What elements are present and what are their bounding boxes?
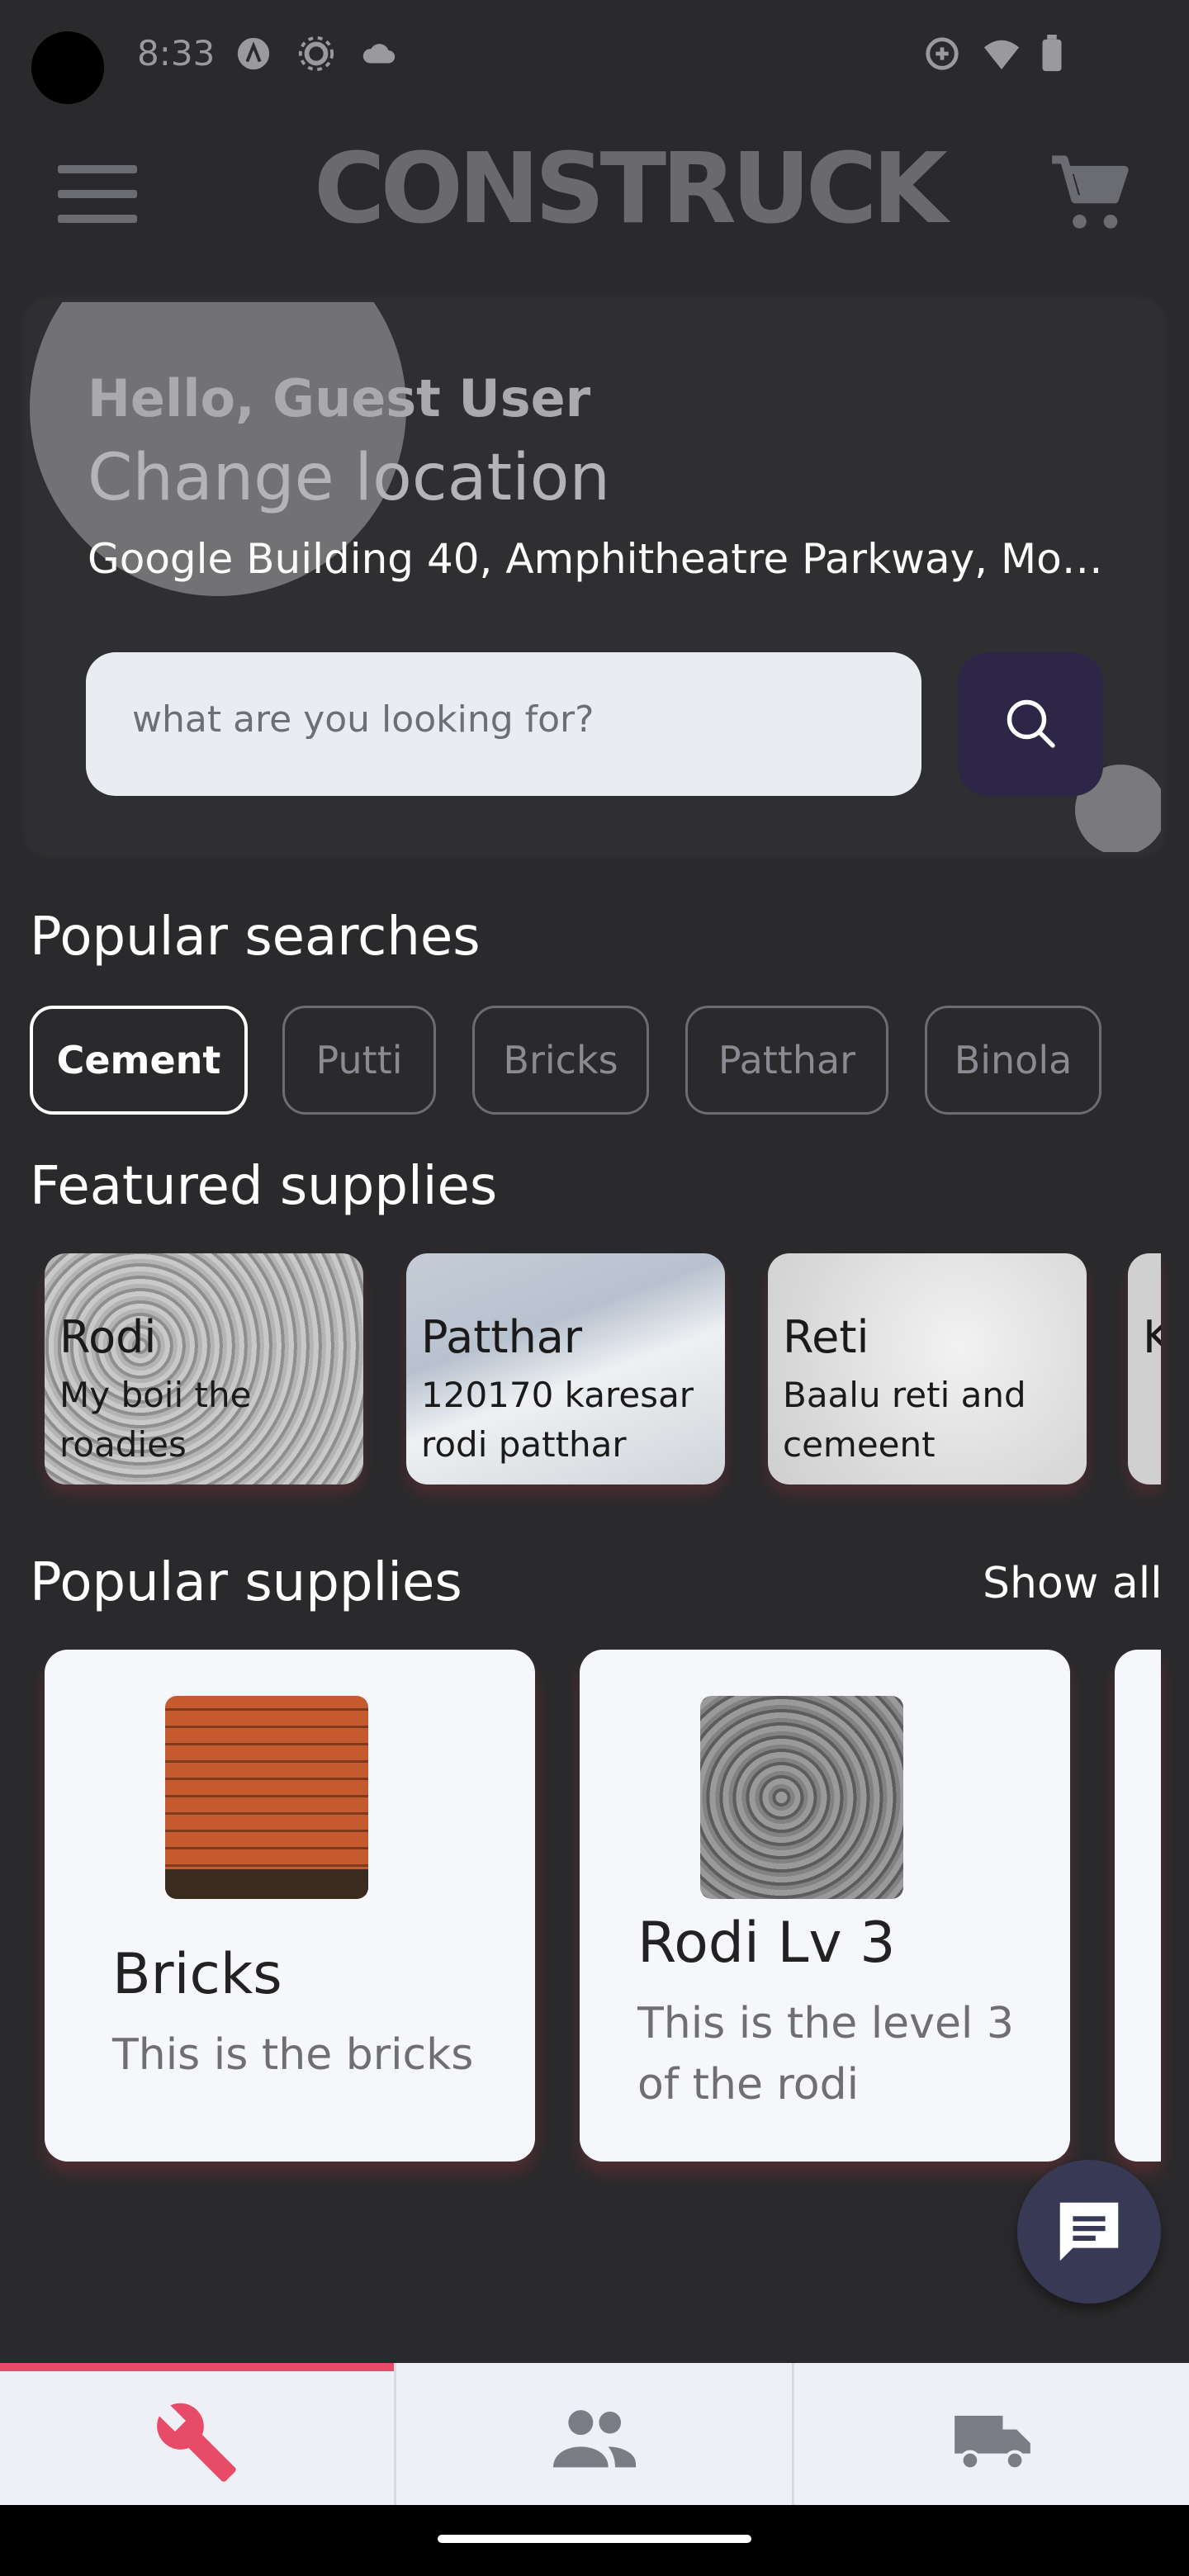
settings-gear-icon: [298, 36, 334, 72]
supply-name: Rodi Lv 3: [637, 1911, 896, 1976]
chat-button[interactable]: [1017, 2160, 1161, 2304]
search-button[interactable]: [958, 652, 1103, 796]
app-logo: CONSTRUCK: [314, 131, 948, 245]
camera-cutout: [31, 31, 104, 104]
featured-card-rodi[interactable]: Rodi My boii the roadies: [45, 1253, 363, 1485]
change-location-link[interactable]: Change location: [88, 441, 610, 515]
tab-community[interactable]: [396, 2363, 794, 2505]
chip-bricks[interactable]: Bricks: [472, 1006, 649, 1115]
app-a-icon: [237, 37, 270, 70]
popular-searches-title: Popular searches: [30, 907, 481, 968]
tab-delivery[interactable]: [794, 2363, 1189, 2505]
featured-card-partial[interactable]: K: [1128, 1253, 1161, 1485]
chip-cement[interactable]: Cement: [30, 1006, 248, 1115]
supply-card-partial[interactable]: [1115, 1650, 1161, 2162]
menu-button[interactable]: [58, 165, 140, 225]
cloud-icon: [362, 44, 396, 64]
featured-subtitle: My boii the roadies: [59, 1375, 252, 1465]
featured-title: Rodi: [59, 1311, 157, 1363]
truck-icon: [955, 2415, 1030, 2471]
featured-title: K: [1143, 1311, 1161, 1363]
search-icon: [1007, 699, 1055, 748]
wifi-icon: [983, 40, 1020, 70]
featured-subtitle: Baalu reti and cemeent: [783, 1375, 1026, 1465]
bottom-navigation: [0, 2363, 1189, 2505]
featured-title: Reti: [783, 1311, 869, 1363]
featured-card-patthar[interactable]: Patthar 120170 karesar rodi patthar: [406, 1253, 725, 1485]
chip-patthar[interactable]: Patthar: [685, 1006, 888, 1115]
supply-card-rodi-lv3[interactable]: Rodi Lv 3 This is the level 3 of the rod…: [580, 1650, 1070, 2162]
cart-icon[interactable]: [1049, 149, 1131, 239]
rodi-image: [700, 1696, 903, 1899]
people-icon: [553, 2410, 636, 2468]
status-bar: 8:33: [0, 0, 1189, 116]
greeting-text: Hello, Guest User: [88, 368, 591, 429]
popular-supplies-title: Popular supplies: [30, 1552, 462, 1613]
chip-binola[interactable]: Binola: [925, 1006, 1101, 1115]
data-saver-icon: [926, 37, 959, 70]
supply-description: This is the level 3 of the rodi: [637, 1999, 1014, 2110]
featured-subtitle: 120170 karesar rodi patthar: [421, 1375, 694, 1465]
wrench-icon: [157, 2403, 236, 2482]
search-placeholder: what are you looking for?: [132, 698, 594, 741]
bricks-image: [165, 1696, 368, 1899]
show-all-link[interactable]: Show all: [983, 1559, 1163, 1608]
search-input[interactable]: what are you looking for?: [86, 652, 921, 796]
battery-icon: [1042, 35, 1062, 72]
location-search-card: Hello, Guest User Change location Google…: [28, 302, 1161, 852]
supply-card-bricks[interactable]: Bricks This is the bricks: [45, 1650, 535, 2162]
tab-supplies[interactable]: [0, 2363, 396, 2505]
current-address: Google Building 40, Amphitheatre Parkway…: [88, 535, 1103, 583]
featured-card-reti[interactable]: Reti Baalu reti and cemeent: [768, 1253, 1087, 1485]
status-time: 8:33: [137, 33, 216, 73]
supply-name: Bricks: [112, 1942, 282, 2007]
gesture-handle[interactable]: [438, 2535, 751, 2543]
featured-supplies-title: Featured supplies: [30, 1156, 498, 1217]
featured-title: Patthar: [421, 1311, 583, 1363]
chat-icon: [1059, 2202, 1119, 2261]
supply-description: This is the bricks: [112, 2030, 474, 2080]
chip-putti[interactable]: Putti: [282, 1006, 436, 1115]
